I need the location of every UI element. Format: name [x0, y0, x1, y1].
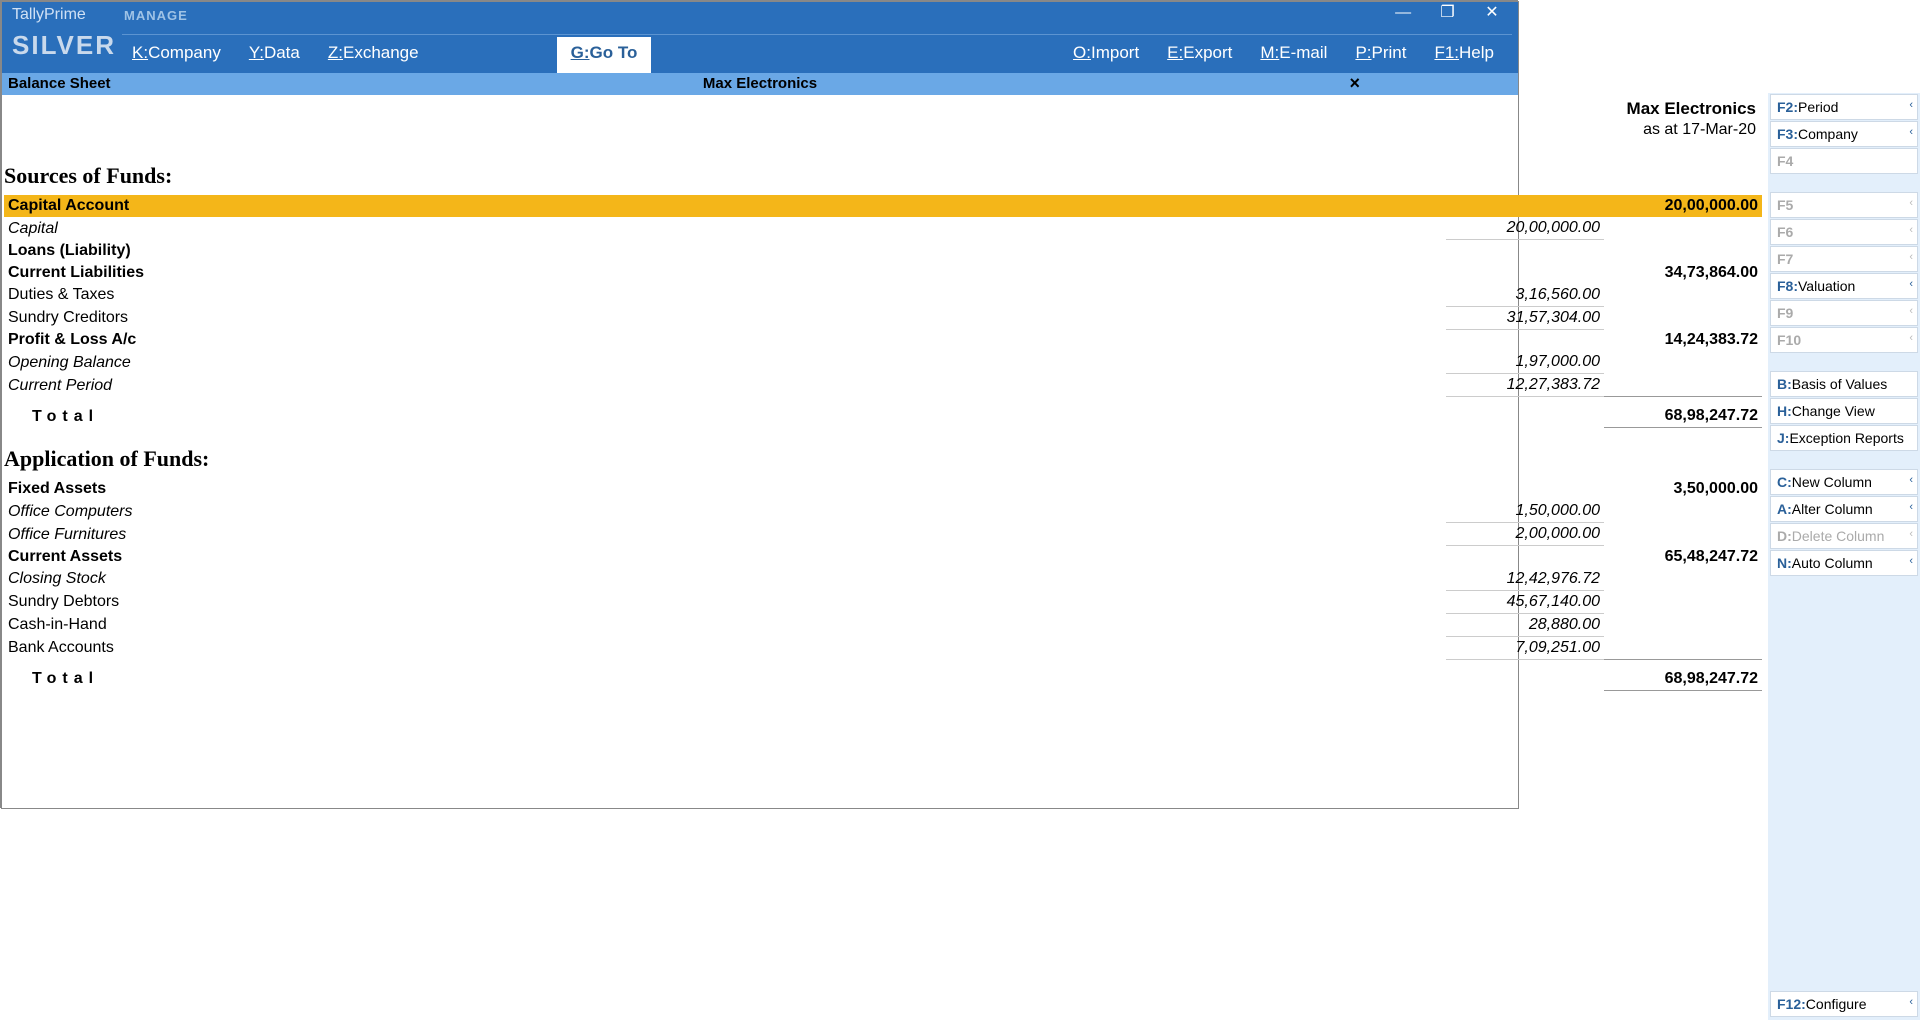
menu-data[interactable]: Y:Data: [239, 35, 318, 73]
fkey-button: D:Delete Column‹: [1770, 523, 1918, 549]
manage-label[interactable]: MANAGE: [124, 8, 188, 23]
menu-import[interactable]: O:Import: [1063, 35, 1157, 73]
function-panel: F2:Period‹F3:Company‹F4 F5‹F6‹F7‹F8:Valua…: [1768, 93, 1920, 1020]
row-sources-total: Total 68,98,247.72: [4, 397, 1762, 428]
maximize-icon[interactable]: ❐: [1428, 2, 1468, 24]
fkey-button[interactable]: B:Basis of Values: [1770, 371, 1918, 397]
report-body: Max Electronics as at 17-Mar-20 Sources …: [0, 93, 1766, 1020]
row-capital-account[interactable]: Capital Account 20,00,000.00: [4, 195, 1762, 217]
fkey-button[interactable]: J:Exception Reports: [1770, 425, 1918, 451]
row-current-assets[interactable]: Current Assets 65,48,247.72: [4, 546, 1762, 568]
menu-exchange[interactable]: Z:Exchange: [318, 35, 437, 73]
row-current-period[interactable]: Current Period 12,27,383.72: [4, 374, 1762, 397]
section-sources: Sources of Funds:: [4, 163, 1762, 189]
menu-company[interactable]: K:Company: [122, 35, 239, 73]
fkey-button[interactable]: F3:Company‹: [1770, 121, 1918, 147]
window-controls: — ❐ ✕: [1383, 2, 1512, 24]
as-at-date: as at 17-Mar-20: [1643, 121, 1756, 139]
row-loans[interactable]: Loans (Liability): [4, 240, 1762, 262]
close-icon[interactable]: ✕: [1472, 2, 1512, 24]
section-application: Application of Funds:: [4, 446, 1762, 472]
fkey-button: F6‹: [1770, 219, 1918, 245]
fkey-button[interactable]: A:Alter Column‹: [1770, 496, 1918, 522]
row-office-furnitures[interactable]: Office Furnitures 2,00,000.00: [4, 523, 1762, 546]
app-edition: SILVER: [12, 30, 116, 61]
menu-help[interactable]: F1:Help: [1424, 35, 1512, 73]
menu-email[interactable]: M:E-mail: [1250, 35, 1345, 73]
row-current-liabilities[interactable]: Current Liabilities 34,73,864.00: [4, 262, 1762, 284]
row-fixed-assets[interactable]: Fixed Assets 3,50,000.00: [4, 478, 1762, 500]
row-pl[interactable]: Profit & Loss A/c 14,24,383.72: [4, 329, 1762, 351]
subbar-company: Max Electronics: [2, 75, 1518, 92]
fkey-button[interactable]: N:Auto Column‹: [1770, 550, 1918, 576]
row-opening-balance[interactable]: Opening Balance 1,97,000.00: [4, 351, 1762, 374]
row-sundry-creditors[interactable]: Sundry Creditors 31,57,304.00: [4, 306, 1762, 329]
close-report-icon[interactable]: ×: [1349, 73, 1360, 93]
fkey-button: F9‹: [1770, 300, 1918, 326]
row-cash-in-hand[interactable]: Cash-in-Hand 28,880.00: [4, 613, 1762, 636]
row-bank-accounts[interactable]: Bank Accounts 7,09,251.00: [4, 636, 1762, 659]
row-sundry-debtors[interactable]: Sundry Debtors 45,67,140.00: [4, 590, 1762, 613]
sub-title-bar: Balance Sheet Max Electronics ×: [2, 73, 1518, 95]
company-name: Max Electronics: [1627, 99, 1756, 119]
fkey-button: F5‹: [1770, 192, 1918, 218]
main-menu: K:Company Y:Data Z:Exchange G:Go To O:Im…: [122, 34, 1512, 73]
fkey-button: F7‹: [1770, 246, 1918, 272]
minimize-icon[interactable]: —: [1383, 2, 1423, 24]
menu-goto[interactable]: G:Go To: [557, 37, 652, 73]
sources-table: Capital Account 20,00,000.00 Capital 20,…: [4, 195, 1762, 428]
fkey-button: F10‹: [1770, 327, 1918, 353]
app-name: TallyPrime: [12, 6, 86, 24]
fkey-button[interactable]: F8:Valuation‹: [1770, 273, 1918, 299]
fkey-button[interactable]: H:Change View: [1770, 398, 1918, 424]
row-office-computers[interactable]: Office Computers 1,50,000.00: [4, 500, 1762, 523]
application-table: Fixed Assets 3,50,000.00 Office Computer…: [4, 478, 1762, 691]
fkey-button[interactable]: C:New Column‹: [1770, 469, 1918, 495]
fkey-configure[interactable]: F12:Configure‹: [1770, 991, 1918, 1017]
fkey-button[interactable]: F2:Period‹: [1770, 94, 1918, 120]
title-bar: TallyPrime SILVER MANAGE — ❐ ✕ K:Company…: [2, 2, 1518, 73]
row-application-total: Total 68,98,247.72: [4, 659, 1762, 690]
fkey-button: F4: [1770, 148, 1918, 174]
row-capital[interactable]: Capital 20,00,000.00: [4, 217, 1762, 240]
menu-export[interactable]: E:Export: [1157, 35, 1250, 73]
menu-print[interactable]: P:Print: [1345, 35, 1424, 73]
row-closing-stock[interactable]: Closing Stock 12,42,976.72: [4, 568, 1762, 591]
row-duties-taxes[interactable]: Duties & Taxes 3,16,560.00: [4, 284, 1762, 307]
